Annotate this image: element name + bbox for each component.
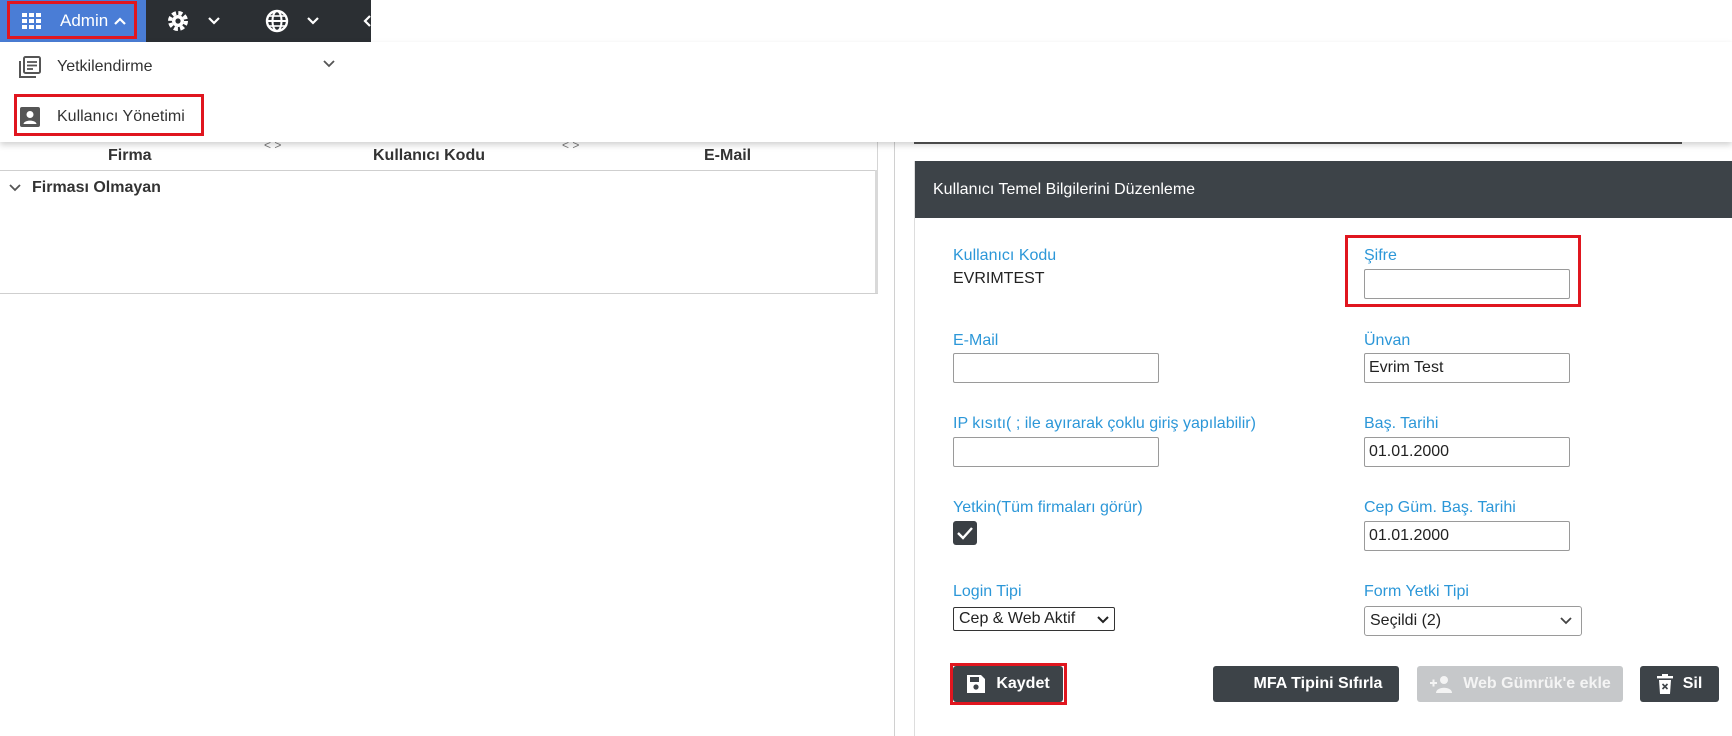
sifre-input[interactable] [1364, 269, 1570, 299]
form-yetki-tipi-label: Form Yetki Tipi [1364, 583, 1469, 600]
login-tipi-value: Cep & Web Aktif [959, 610, 1076, 627]
form-yetki-tipi-select[interactable]: Seçildi (2) [1364, 606, 1582, 636]
sil-label: Sil [1682, 675, 1703, 692]
kullanici-kodu-value: EVRIMTEST [953, 270, 1045, 287]
login-tipi-label: Login Tipi [953, 583, 1022, 600]
panel-title: Kullanıcı Temel Bilgilerini Düzenleme [915, 161, 1732, 218]
ip-kisiti-input[interactable] [953, 437, 1159, 467]
chevron-down-icon [1097, 616, 1109, 624]
settings-menu[interactable] [166, 8, 220, 34]
chevron-down-icon [323, 60, 335, 68]
column-header-kullanici-kodu[interactable]: Kullanıcı Kodu [373, 142, 485, 170]
column-header-firma[interactable]: Firma [108, 142, 152, 170]
bas-tarihi-input[interactable] [1364, 437, 1570, 467]
yetkin-checkbox[interactable] [953, 521, 977, 545]
list-icon [19, 56, 41, 78]
menu-item-label: Yetkilendirme [57, 58, 153, 75]
users-table: Firma < > Kullanıcı Kodu < > E-Mail Firm… [0, 138, 878, 294]
delete-icon [1656, 674, 1673, 694]
menu-item-yetkilendirme[interactable]: Yetkilendirme [0, 42, 366, 92]
mfa-reset-label: MFA Tipini Sıfırla [1253, 675, 1383, 692]
grid-icon [22, 13, 41, 29]
cep-bas-tarihi-input[interactable] [1364, 521, 1570, 551]
mfa-reset-button[interactable]: MFA Tipini Sıfırla [1213, 666, 1399, 702]
user-edit-panel: Kullanıcı Temel Bilgilerini Düzenleme Ku… [914, 161, 1732, 736]
kaydet-label: Kaydet [996, 675, 1050, 692]
email-label: E-Mail [953, 332, 999, 349]
chevron-left-icon [363, 15, 371, 27]
admin-menu-label: Admin [60, 11, 109, 30]
email-input[interactable] [953, 353, 1159, 383]
vertical-scrollbar[interactable] [875, 170, 878, 293]
panel-top-strip [914, 142, 1682, 144]
login-tipi-select[interactable]: Cep & Web Aktif [953, 607, 1115, 631]
user-icon [20, 107, 40, 127]
kullanici-kodu-label: Kullanıcı Kodu [953, 247, 1057, 264]
add-user-icon [1430, 676, 1453, 693]
web-gumruk-ekle-button[interactable]: Web Gümrük'e ekle [1417, 666, 1623, 702]
menu-item-label: Kullanıcı Yönetimi [57, 108, 185, 125]
sil-button[interactable]: Sil [1640, 666, 1719, 702]
group-row-firmasi-olmayan[interactable]: Firması Olmayan [8, 179, 161, 197]
chevron-down-icon [208, 17, 220, 25]
web-gumruk-ekle-label: Web Gümrük'e ekle [1463, 675, 1611, 692]
menu-item-kullanici-yonetimi[interactable]: Kullanıcı Yönetimi [0, 92, 366, 142]
bas-tarihi-label: Baş. Tarihi [1364, 415, 1439, 432]
admin-menu-button[interactable]: Admin [0, 0, 146, 42]
chevron-up-icon [114, 17, 126, 25]
header-divider [0, 170, 877, 171]
collapse-toggle[interactable] [362, 8, 371, 34]
globe-icon [265, 9, 289, 33]
gear-icon [168, 11, 188, 31]
save-icon [967, 675, 986, 693]
form-yetki-tipi-value: Seçildi (2) [1370, 612, 1442, 629]
cep-bas-tarihi-label: Cep Güm. Baş. Tarihi [1364, 499, 1516, 516]
kaydet-button[interactable]: Kaydet [953, 666, 1063, 702]
check-icon [957, 527, 973, 540]
chevron-down-icon [1560, 617, 1572, 625]
chevron-down-icon [307, 17, 319, 25]
ip-kisiti-label: IP kısıtı( ; ile ayırarak çoklu giriş ya… [953, 415, 1256, 432]
admin-dropdown: Yetkilendirme Kullanıcı Yönetimi [0, 42, 1732, 142]
pane-splitter[interactable] [894, 142, 895, 736]
chevron-down-icon [9, 184, 21, 192]
unvan-label: Ünvan [1364, 332, 1411, 349]
column-header-email[interactable]: E-Mail [704, 142, 751, 170]
unvan-input[interactable] [1364, 353, 1570, 383]
sifre-label: Şifre [1364, 247, 1397, 264]
top-navbar: Admin [0, 0, 371, 42]
yetkin-label: Yetkin(Tüm firmaları görür) [953, 499, 1143, 516]
group-label: Firması Olmayan [32, 179, 161, 196]
language-menu[interactable] [265, 8, 319, 34]
